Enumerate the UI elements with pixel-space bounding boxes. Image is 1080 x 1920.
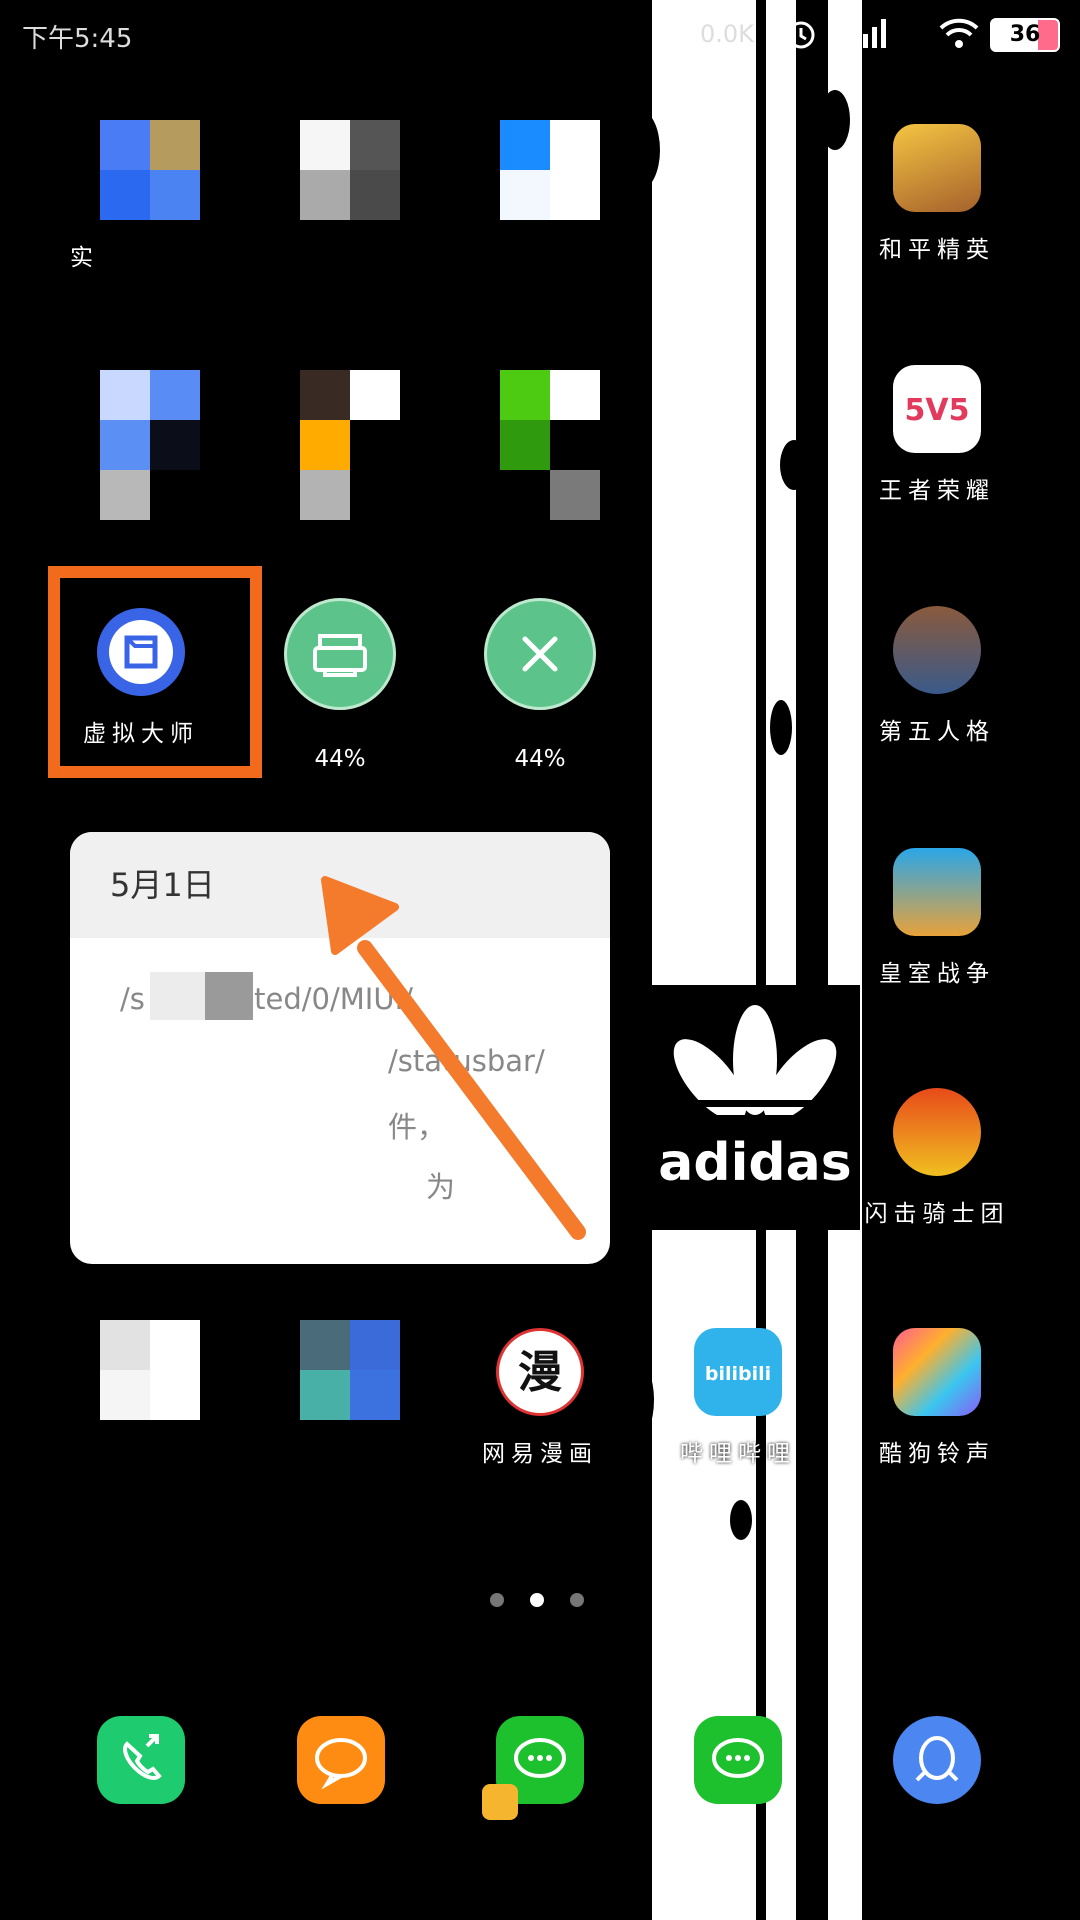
app-icon	[100, 1320, 200, 1420]
app-netease-comics[interactable]: 漫 网易漫画	[440, 1328, 640, 1468]
qq-icon	[893, 1716, 981, 1804]
wechat-icon	[694, 1716, 782, 1804]
page-dot[interactable]	[490, 1593, 504, 1607]
dock-messages[interactable]	[241, 1716, 441, 1804]
app-label: 哔哩哔哩	[680, 1441, 796, 1467]
page-dot-active[interactable]	[530, 1593, 544, 1607]
bilibili-icon: bilibili	[694, 1328, 782, 1416]
app-icon	[300, 1320, 400, 1420]
arrow-annotation	[321, 876, 586, 1240]
dock-phone[interactable]	[41, 1716, 241, 1804]
kugou-ringtone-icon	[893, 1328, 981, 1416]
app-bilibili[interactable]: bilibili 哔哩哔哩	[638, 1328, 838, 1468]
netease-comics-icon: 漫	[496, 1328, 584, 1416]
svg-text:漫: 漫	[518, 1347, 562, 1398]
dock-wechat-2[interactable]	[638, 1716, 838, 1804]
dual-app-badge-icon	[482, 1784, 518, 1820]
app-blurred-8[interactable]	[250, 1320, 450, 1420]
app-label: 网易漫画	[482, 1441, 598, 1467]
svg-text:bilibili: bilibili	[705, 1363, 771, 1385]
app-blurred-7[interactable]	[50, 1320, 250, 1420]
phone-icon	[97, 1716, 185, 1804]
dock-wechat[interactable]	[440, 1716, 640, 1820]
app-kugou-ringtone[interactable]: 酷狗铃声	[837, 1328, 1037, 1468]
app-label: 酷狗铃声	[879, 1441, 995, 1467]
dock-qq[interactable]	[837, 1716, 1037, 1804]
page-dot[interactable]	[570, 1593, 584, 1607]
message-icon	[297, 1716, 385, 1804]
